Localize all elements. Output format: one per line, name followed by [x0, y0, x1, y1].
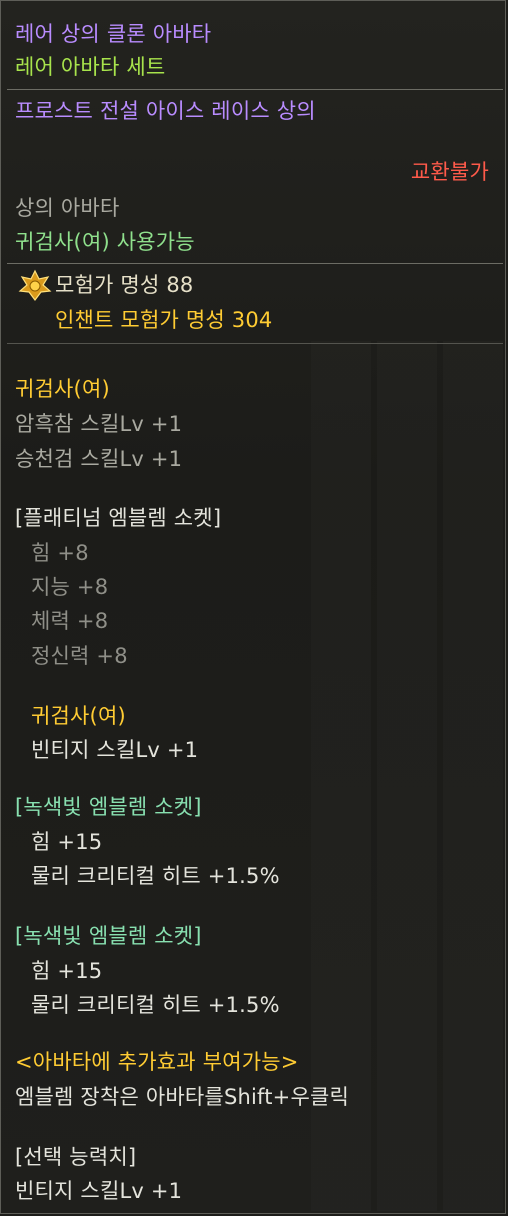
selected-stat-title: [선택 능력치] [15, 1145, 137, 1169]
trade-status: 교환불가 [410, 160, 489, 184]
set-name: 레어 아바타 세트 [15, 55, 166, 79]
socket-stat: 체력 +8 [31, 609, 109, 633]
socket-stat: 물리 크리티컬 히트 +1.5% [31, 864, 280, 888]
socket-stat: 정신력 +8 [31, 644, 128, 668]
socket-skill-class: 귀검사(여) [31, 704, 126, 728]
fame-enchant: 인챈트 모험가 명성 304 [55, 308, 273, 332]
skill-class: 귀검사(여) [15, 377, 110, 401]
item-tooltip: 레어 상의 클론 아바타 레어 아바타 세트 프로스트 전설 아이스 레이스 상… [0, 0, 507, 1214]
skill-line: 승천검 스킬Lv +1 [15, 447, 183, 471]
slot-type: 상의 아바타 [15, 196, 120, 220]
platinum-socket-title: [플래티넘 엠블렘 소켓] [15, 506, 222, 530]
socket-skill: 빈티지 스킬Lv +1 [31, 738, 199, 762]
fame-adventurer: 모험가 명성 88 [55, 273, 194, 297]
selected-stat-value: 빈티지 스킬Lv +1 [15, 1179, 183, 1203]
green-socket-title: [녹색빛 엠블렘 소켓] [15, 795, 202, 819]
item-class: 레어 상의 클론 아바타 [15, 22, 212, 46]
avatar-effect-title: <아바타에 추가효과 부여가능> [15, 1050, 299, 1074]
background-inventory-ghost [311, 341, 507, 1211]
socket-stat: 힘 +8 [31, 541, 89, 565]
skill-line: 암흑참 스킬Lv +1 [15, 412, 183, 436]
socket-stat: 물리 크리티컬 히트 +1.5% [31, 993, 280, 1017]
item-name: 프로스트 전설 아이스 레이스 상의 [15, 99, 316, 123]
avatar-effect-desc: 엠블렘 장착은 아바타를Shift+우클릭 [15, 1085, 350, 1109]
socket-stat: 힘 +15 [31, 959, 103, 983]
socket-stat: 지능 +8 [31, 575, 109, 599]
divider [7, 89, 503, 90]
green-socket-title: [녹색빛 엠블렘 소켓] [15, 924, 202, 948]
usable-by: 귀검사(여) 사용가능 [15, 230, 195, 254]
socket-stat: 힘 +15 [31, 830, 103, 854]
divider [7, 263, 503, 264]
fame-badge-icon [18, 269, 52, 301]
divider [7, 343, 503, 344]
